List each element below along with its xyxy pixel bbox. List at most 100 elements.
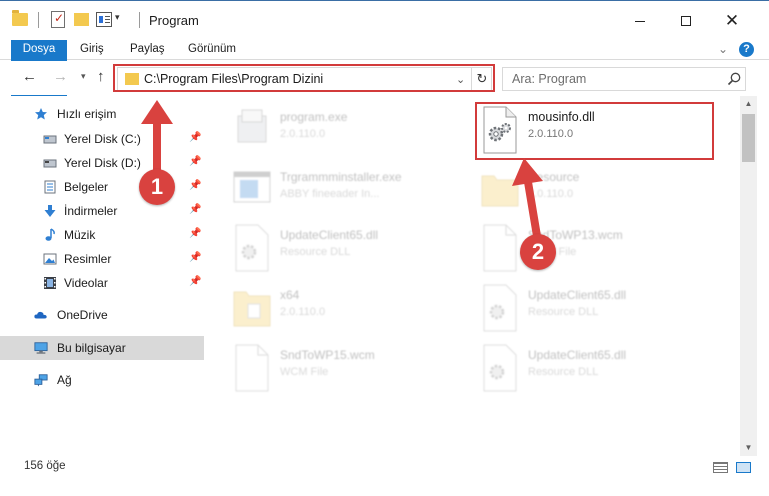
drive-icon <box>43 159 57 168</box>
pin-icon[interactable]: 📌 <box>189 180 201 191</box>
scrollbar-thumb[interactable] <box>742 114 755 162</box>
new-folder-icon[interactable] <box>74 13 89 26</box>
file-version: ABBY fineeader In... <box>280 188 380 200</box>
back-arrow-icon[interactable]: ← <box>22 68 37 85</box>
minimize-button[interactable] <box>617 1 663 41</box>
navigation-bar: ← → ▾ ↑ C:\Program Files\Program Dizini … <box>0 61 769 95</box>
sidebar-item-label: Bu bilgisayar <box>57 341 126 355</box>
navigation-pane: Hızlı erişim Yerel Disk (C:) 📌 Yerel Dis… <box>0 96 210 456</box>
sidebar-item-label: Videolar <box>64 276 108 290</box>
forward-arrow-icon[interactable]: → <box>53 68 68 85</box>
recent-locations-icon[interactable]: ▾ <box>81 71 86 82</box>
window-icon <box>233 171 271 203</box>
computer-icon <box>34 342 48 354</box>
customize-toolbar-dropdown-icon[interactable]: ▾ <box>115 12 120 23</box>
pin-icon[interactable]: 📌 <box>189 276 201 287</box>
separator <box>139 12 140 28</box>
help-icon[interactable]: ? <box>739 42 754 57</box>
file-name: UpdateClient65.dll <box>528 348 627 362</box>
star-icon <box>35 108 47 120</box>
pin-icon[interactable]: 📌 <box>189 252 201 263</box>
file-name: x64 <box>280 288 300 302</box>
file-item[interactable]: x64 2.0.110.0 <box>232 284 472 340</box>
sidebar-item-label: Ağ <box>57 373 72 387</box>
sidebar-item-local-disk-c[interactable]: Yerel Disk (C:) 📌 <box>0 127 204 151</box>
sidebar-item-downloads[interactable]: İndirmeler 📌 <box>0 199 204 223</box>
sidebar-item-label: İndirmeler <box>64 204 118 218</box>
network-icon <box>34 374 48 387</box>
sidebar-item-pictures[interactable]: Resimler 📌 <box>0 247 204 271</box>
pin-icon[interactable]: 📌 <box>189 204 201 215</box>
up-arrow-icon[interactable]: ↑ <box>97 68 105 85</box>
refresh-icon[interactable]: ↻ <box>471 68 492 90</box>
title-bar: ▾ Program ✕ <box>0 0 769 40</box>
pictures-icon <box>43 253 57 265</box>
address-bar[interactable]: C:\Program Files\Program Dizini ⌄ ↻ <box>117 67 492 91</box>
scroll-down-arrow-icon[interactable]: ▼ <box>740 443 757 452</box>
sidebar-item-videos[interactable]: Videolar 📌 <box>0 271 204 295</box>
folder-icon <box>12 10 28 26</box>
file-name: Trgrammminstaller.exe <box>280 170 402 184</box>
documents-icon <box>44 180 56 194</box>
window-title: Program <box>149 13 199 28</box>
file-item[interactable]: SndToWP15.wcm WCM File <box>232 344 472 400</box>
file-item[interactable]: Resource 2.0.110.0 <box>480 166 720 222</box>
dll-gear-icon <box>235 224 269 272</box>
sidebar-item-local-disk-d[interactable]: Yerel Disk (D:) 📌 <box>0 151 204 175</box>
file-item[interactable]: UpdateClient65.dll Resource DLL <box>480 284 720 340</box>
large-icons-view-icon[interactable] <box>736 462 751 473</box>
file-item[interactable]: program.exe 2.0.110.0 <box>232 106 472 162</box>
details-view-icon[interactable] <box>713 462 728 473</box>
vertical-scrollbar[interactable]: ▲ ▼ <box>740 96 757 456</box>
file-item-mousinfo[interactable]: mousinfo.dll 2.0.110.0 <box>480 106 720 162</box>
dll-gear-icon <box>483 344 517 392</box>
sidebar-item-music[interactable]: Müzik 📌 <box>0 223 204 247</box>
sidebar-item-this-pc[interactable]: Bu bilgisayar <box>0 336 204 360</box>
folder-file-icon <box>233 291 271 327</box>
properties-icon[interactable] <box>96 12 112 27</box>
cloud-icon <box>34 311 47 319</box>
file-list: program.exe 2.0.110.0 mousinfo.dll 2.0.1… <box>210 96 740 456</box>
sidebar-item-label: Hızlı erişim <box>57 107 117 121</box>
search-icon[interactable] <box>726 71 742 87</box>
maximize-button[interactable] <box>663 1 709 41</box>
pin-icon[interactable]: 📌 <box>189 132 201 143</box>
properties-check-icon[interactable] <box>51 11 65 28</box>
minimize-icon <box>635 20 645 22</box>
file-version: 2.0.110.0 <box>280 128 326 140</box>
blank-file-icon <box>483 224 517 272</box>
item-count: 156 öğe <box>24 460 66 472</box>
drive-icon <box>43 135 57 144</box>
search-input[interactable]: Ara: Program <box>502 67 746 91</box>
address-dropdown-icon[interactable]: ⌄ <box>456 73 465 86</box>
maximize-icon <box>681 16 691 26</box>
file-name: UpdateClient65.dll <box>280 228 379 242</box>
separator <box>38 12 39 28</box>
download-icon <box>44 205 56 217</box>
sidebar-item-network[interactable]: Ağ <box>0 368 204 392</box>
file-version: 2.0.110.0 <box>528 128 574 140</box>
file-version: 2.0.110.0 <box>280 306 326 318</box>
file-item[interactable]: SndToWP13.wcm WCM File <box>480 224 720 280</box>
sidebar-item-label: Resimler <box>64 252 112 266</box>
sidebar-item-onedrive[interactable]: OneDrive <box>0 303 204 327</box>
search-placeholder: Ara: Program <box>512 72 587 86</box>
tab-view[interactable]: Görünüm <box>188 40 236 60</box>
expand-ribbon-icon[interactable]: ⌄ <box>718 42 728 56</box>
pin-icon[interactable]: 📌 <box>189 228 201 239</box>
installer-icon <box>237 109 267 143</box>
file-item[interactable]: Trgrammminstaller.exe ABBY fineeader In.… <box>232 166 472 222</box>
pin-icon[interactable]: 📌 <box>189 156 201 167</box>
address-path[interactable]: C:\Program Files\Program Dizini <box>144 72 323 86</box>
tab-home[interactable]: Giriş <box>80 40 104 60</box>
file-version: WCM File <box>280 366 329 378</box>
scroll-up-arrow-icon[interactable]: ▲ <box>740 99 757 108</box>
file-item[interactable]: UpdateClient65.dll Resource DLL <box>480 344 720 400</box>
close-button[interactable]: ✕ <box>709 1 755 41</box>
sidebar-item-quick-access[interactable]: Hızlı erişim <box>0 102 204 126</box>
tab-share[interactable]: Paylaş <box>130 40 165 60</box>
file-name: mousinfo.dll <box>528 110 595 124</box>
file-name: program.exe <box>280 110 348 124</box>
file-item[interactable]: UpdateClient65.dll Resource DLL <box>232 224 472 280</box>
step-1-badge: 1 <box>139 169 175 205</box>
